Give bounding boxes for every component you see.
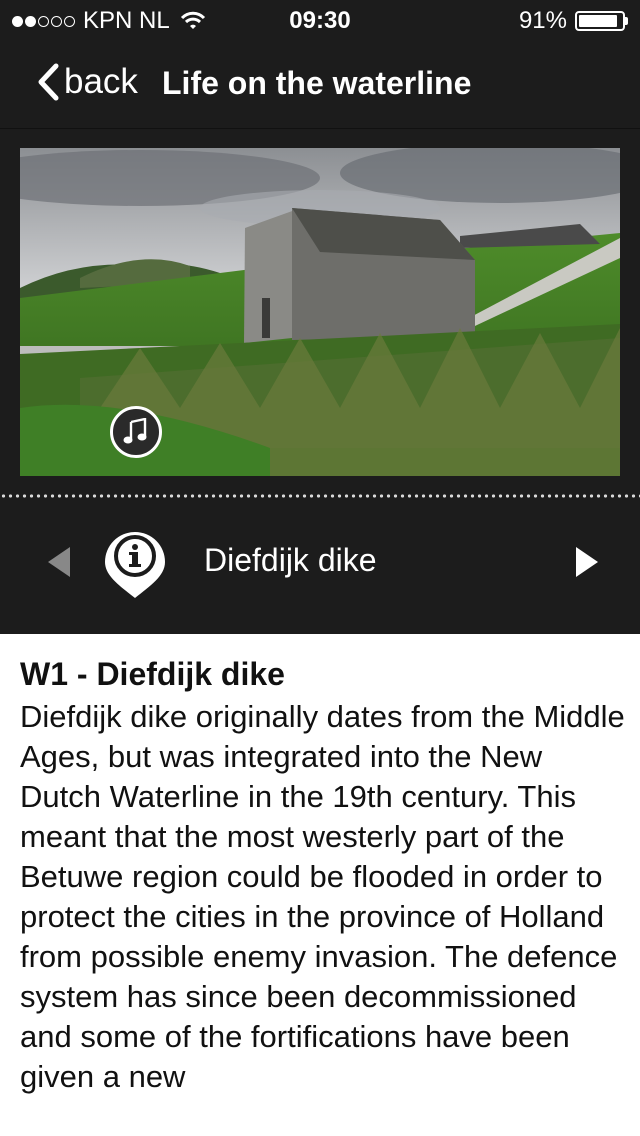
previous-poi-button[interactable] xyxy=(46,546,72,583)
article-title: W1 - Diefdijk dike xyxy=(20,656,285,692)
battery-percent: 91% xyxy=(518,7,567,34)
status-bar: KPN NL 09:30 91% xyxy=(0,0,640,40)
article-body: Diefdijk dike originally dates from the … xyxy=(20,699,625,1094)
info-pin-icon xyxy=(102,530,168,605)
next-poi-button[interactable] xyxy=(574,546,600,583)
audio-play-button[interactable] xyxy=(110,406,162,458)
dotted-divider xyxy=(0,494,640,498)
article-content: W1 - Diefdijk dike Diefdijk dike origina… xyxy=(0,634,640,1136)
status-right: 91% xyxy=(519,7,628,35)
chevron-left-icon xyxy=(38,63,59,101)
page-title: Life on the waterline xyxy=(162,65,472,101)
poi-navigator: Diefdijk dike xyxy=(0,510,640,632)
next-arrow-icon xyxy=(576,547,598,577)
prev-arrow-icon xyxy=(48,547,70,577)
navigation-bar: back Life on the waterline xyxy=(0,40,640,129)
battery-fill xyxy=(579,15,617,27)
back-label: back xyxy=(64,62,138,101)
back-button[interactable]: back xyxy=(36,62,138,102)
music-note-icon xyxy=(123,418,147,444)
battery-icon xyxy=(575,11,628,31)
poi-name: Diefdijk dike xyxy=(204,542,377,578)
